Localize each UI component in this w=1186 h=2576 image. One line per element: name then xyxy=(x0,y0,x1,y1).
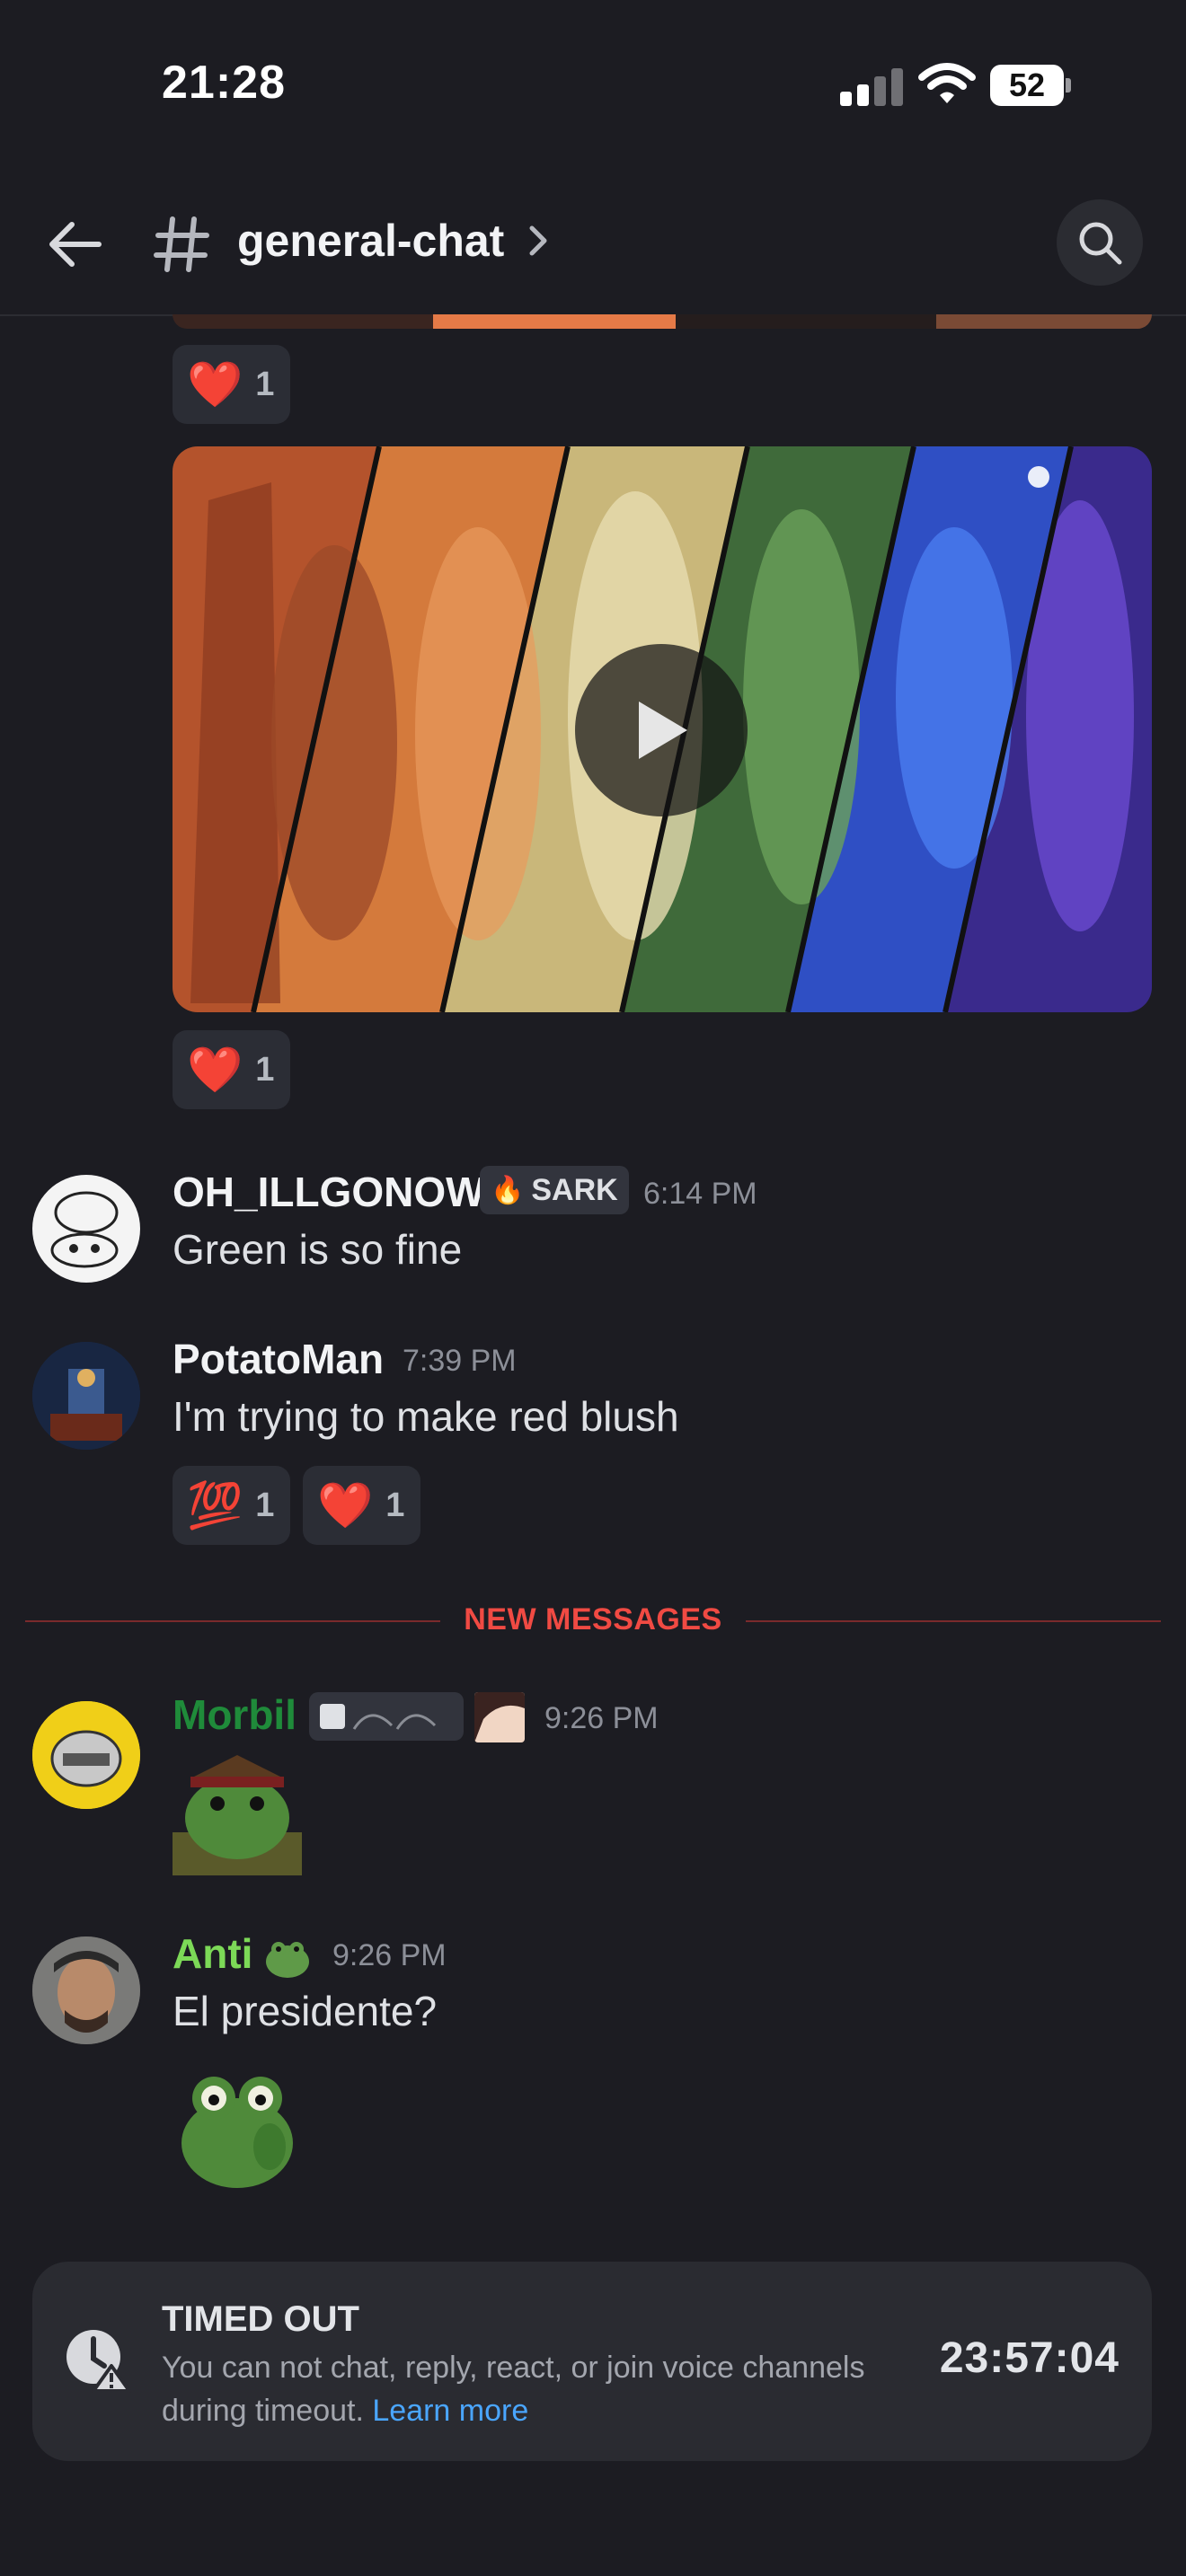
username[interactable]: Morbil xyxy=(173,1690,296,1739)
timestamp: 7:39 PM xyxy=(403,1344,517,1378)
reaction-heart[interactable]: ❤️ 1 xyxy=(303,1466,421,1545)
server-tag-label: SARK xyxy=(531,1172,618,1207)
username[interactable]: Anti xyxy=(173,1929,252,1978)
frog-general-sticker[interactable] xyxy=(173,1746,302,1875)
back-button[interactable] xyxy=(43,212,108,277)
search-button[interactable] xyxy=(1057,199,1143,286)
play-icon xyxy=(639,701,687,759)
message-text: El presidente? xyxy=(173,1988,438,2034)
reaction-count: 1 xyxy=(255,1050,275,1089)
status-bar: 21:28 52 xyxy=(0,0,1186,171)
timeout-title: TIMED OUT xyxy=(162,2299,359,2339)
message: Morbil 9:26 PM xyxy=(0,1689,1186,1886)
battery-icon: 52 xyxy=(990,65,1071,106)
message: Anti 9:26 PM El presidente? xyxy=(0,1929,1186,2190)
reaction-heart[interactable]: ❤️ 1 xyxy=(173,345,291,424)
channel-name[interactable]: general-chat xyxy=(237,212,504,269)
chevron-right-icon[interactable] xyxy=(525,221,552,260)
message: OH_ILLGONOW 🔥 SARK 6:14 PM Green is so f… xyxy=(0,1166,1186,1293)
search-icon xyxy=(1079,222,1122,265)
timestamp: 9:26 PM xyxy=(544,1701,659,1735)
new-messages-divider: NEW MESSAGES xyxy=(25,1602,1161,1638)
frog-badge-icon xyxy=(262,1931,313,1981)
hash-icon xyxy=(154,216,209,272)
play-button[interactable] xyxy=(575,644,748,816)
video-attachment[interactable] xyxy=(173,446,1152,1012)
timeout-countdown: 23:57:04 xyxy=(939,2334,1120,2382)
battery-level: 52 xyxy=(1008,66,1046,103)
previous-image-attachment[interactable] xyxy=(173,314,1152,329)
avatar-badge-icon xyxy=(474,1692,525,1742)
reaction-count: 1 xyxy=(255,1486,275,1524)
wifi-icon xyxy=(918,63,976,103)
avatar[interactable] xyxy=(32,1701,140,1809)
hundred-emoji: 💯 xyxy=(187,1480,243,1531)
timeout-banner: TIMED OUT You can not chat, reply, react… xyxy=(32,2262,1152,2461)
reaction-count: 1 xyxy=(385,1486,405,1524)
username[interactable]: PotatoMan xyxy=(173,1335,384,1383)
timestamp: 9:26 PM xyxy=(332,1938,447,1972)
cellular-signal-icon xyxy=(840,65,903,106)
reaction-100[interactable]: 💯 1 xyxy=(173,1466,291,1545)
role-badges[interactable] xyxy=(309,1692,464,1741)
reaction-count: 1 xyxy=(255,365,275,403)
avatar[interactable] xyxy=(32,1342,140,1450)
new-messages-label: NEW MESSAGES xyxy=(440,1602,746,1636)
reaction-heart[interactable]: ❤️ 1 xyxy=(173,1030,291,1109)
back-arrow-icon xyxy=(49,222,102,267)
status-time: 21:28 xyxy=(162,57,286,109)
badge-icon xyxy=(320,1704,437,1730)
avatar[interactable] xyxy=(32,1936,140,2044)
server-tag[interactable]: 🔥 SARK xyxy=(480,1166,629,1214)
heart-emoji: ❤️ xyxy=(187,359,243,410)
username[interactable]: OH_ILLGONOW xyxy=(173,1168,485,1216)
fire-icon: 🔥 xyxy=(491,1175,525,1205)
learn-more-link[interactable]: Learn more xyxy=(372,2394,528,2428)
heart-emoji: ❤️ xyxy=(317,1480,374,1531)
frog-shocked-sticker[interactable] xyxy=(173,2060,302,2190)
timeout-clock-icon xyxy=(66,2330,131,2393)
timeout-description: You can not chat, reply, react, or join … xyxy=(162,2346,907,2432)
avatar[interactable] xyxy=(32,1175,140,1283)
message-text: Green is so fine xyxy=(173,1226,463,1273)
heart-emoji: ❤️ xyxy=(187,1045,243,1095)
timestamp: 6:14 PM xyxy=(643,1177,757,1211)
channel-header: general-chat xyxy=(0,171,1186,316)
message-text: I'm trying to make red blush xyxy=(173,1393,679,1440)
